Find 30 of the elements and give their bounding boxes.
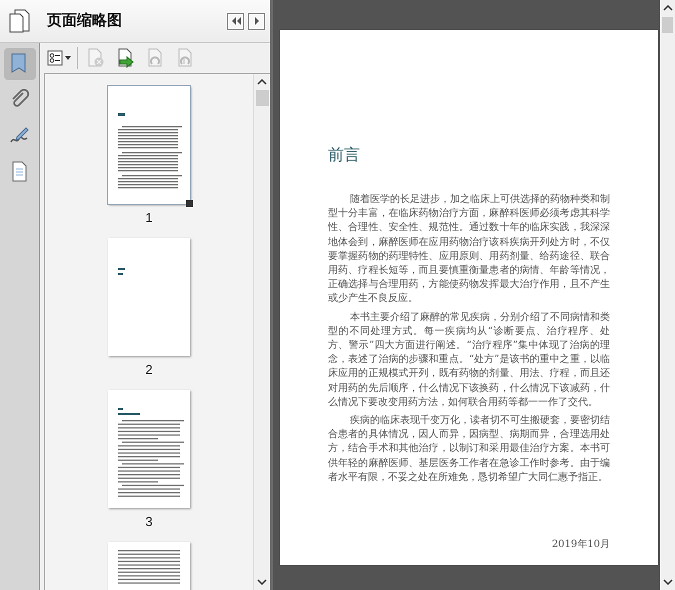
page-thumbnail[interactable]: [108, 390, 190, 508]
panel-title: 页面缩略图: [47, 10, 122, 31]
body-paragraph: 疾病的临床表现千变万化，读者切不可生搬硬套，要密切结合患者的具体情况，因人而异，因病型、病期而异，合理选用处方，结合手术和其他治疗，以制订和采用最佳治疗方案。本书可供年轻的麻醉医师、基层医务工作者在急诊工作时参考。由于编者水平有限，不妥之处在所难免，恳切希望广大同仁惠予指正。: [328, 414, 610, 485]
page-number: 3: [145, 514, 153, 530]
body-paragraph: 本书主要介绍了麻醉的常见疾病，分别介绍了不同病情和类型的不同处理方式。每一疾病均从“诊断要点、治疗程序、处方、警示”四大方面进行阐述。“治疗程序”集中体现了治病的理念，表述了治病的步骤和重点。“处方”是该书的重中之重，以临床应用的正规模式开列，既有药物的剂量、用法、疗程，而且还对用药的先后顺序，什么情况下该换药，什么情况下该减药，什么情况下要改变用药方法，如何联合用药等都一一作了交代。: [328, 310, 610, 410]
scroll-thumb[interactable]: [256, 90, 268, 106]
resize-handle[interactable]: [186, 200, 193, 207]
scrollbar[interactable]: [660, 0, 675, 590]
scroll-up-icon[interactable]: [662, 5, 672, 11]
page-number: 2: [145, 362, 153, 378]
expand-button[interactable]: [248, 12, 265, 30]
caret-icon: [65, 56, 71, 60]
page-thumbnail[interactable]: [108, 86, 190, 204]
list-options-icon: [47, 50, 63, 66]
scroll-thumb[interactable]: [662, 17, 673, 33]
right-arrow-icon: [254, 17, 260, 25]
page-heading: 前言: [328, 145, 361, 165]
page-thumbnail[interactable]: [108, 238, 190, 356]
page-number: 1: [145, 210, 153, 226]
options-menu-button[interactable]: [45, 47, 78, 69]
collapse-button[interactable]: [227, 12, 244, 30]
scroll-up-icon[interactable]: [257, 79, 267, 85]
date-text: 2019年10月: [550, 538, 610, 552]
bookmark-tab[interactable]: [4, 48, 36, 80]
scroll-down-icon[interactable]: [257, 579, 267, 585]
double-left-arrow-icon: [230, 17, 240, 25]
scrollbar[interactable]: [253, 74, 270, 590]
pages-icon: [8, 9, 30, 33]
body-paragraph: 随着医学的长足进步，加之临床上可供选择的药物种类和制型十分丰富，在临床药物治疗方面，麻醉科医师必须考虑其科学性、合理性、安全性、规范性。通过数十年的临床实践，我深深地体会到，麻醉医师在应用药物治疗该科疾病开列处方时，不仅要掌握药物的药理特性、应用原则、用药剂量、给药途径、联合用药、疗程长短等，而且要慎重衡量患者的病情、年龄等情况，正确选择与合理用药，方能使药物发挥最大治疗作用，且不产生或少产生不良反应。: [328, 193, 610, 306]
scroll-down-icon[interactable]: [662, 579, 672, 585]
